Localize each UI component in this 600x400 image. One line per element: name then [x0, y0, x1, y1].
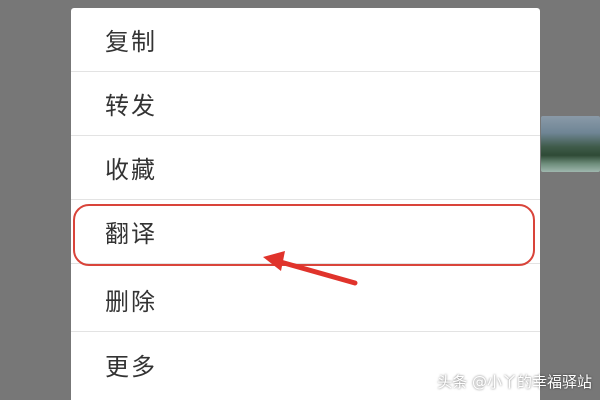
menu-item-favorite[interactable]: 收藏	[71, 136, 540, 200]
menu-item-forward[interactable]: 转发	[71, 72, 540, 136]
menu-item-copy[interactable]: 复制	[71, 8, 540, 72]
menu-item-label: 复制	[105, 28, 157, 56]
chat-image-thumbnail[interactable]	[541, 116, 600, 172]
menu-item-label: 更多	[105, 352, 157, 381]
red-arrow-icon	[263, 251, 358, 286]
menu-item-label: 删除	[105, 288, 157, 316]
watermark: 头条 @小丫的幸福驿站	[437, 373, 592, 391]
menu-item-label: 收藏	[105, 156, 157, 184]
menu-item-label: 转发	[105, 92, 157, 120]
